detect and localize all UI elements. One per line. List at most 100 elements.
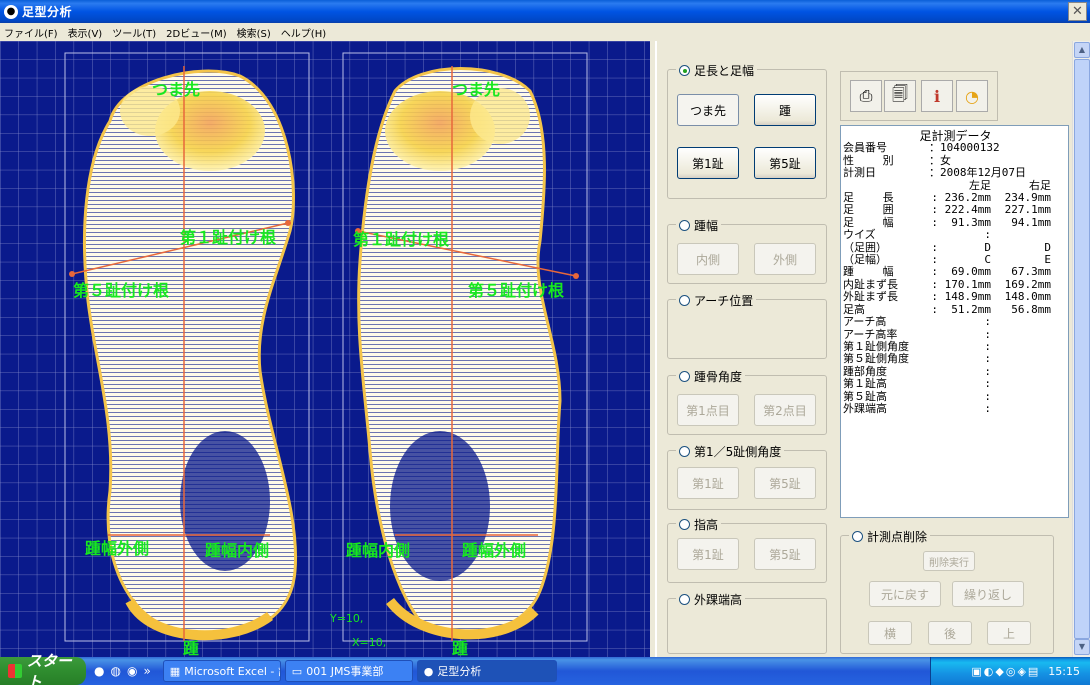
shoe-icon[interactable]: ◔	[956, 80, 988, 112]
task-excel[interactable]: ▦ Microsoft Excel - 計...	[162, 660, 281, 682]
redo-button[interactable]: 繰り返し	[952, 581, 1024, 607]
browser-icon[interactable]: ◍	[110, 664, 120, 678]
right-value	[991, 366, 1051, 378]
measurement-row: 足 幅: 91.3mm 94.1mm	[843, 215, 1068, 229]
clock: 15:15	[1048, 664, 1080, 678]
radio-length-width[interactable]: 足長と足幅	[676, 62, 758, 79]
menu-search[interactable]: 検索(S)	[233, 25, 277, 40]
label-mt1-left: 第１趾付け根	[180, 228, 277, 247]
label-heel-right: 踵	[452, 639, 469, 657]
radio-button[interactable]	[679, 371, 690, 382]
radio-toe-angle[interactable]: 第1／5趾側角度	[676, 443, 785, 460]
height-toe5-button[interactable]: 第5趾	[754, 538, 816, 570]
expand-icon[interactable]: »	[143, 664, 150, 678]
tray-icons[interactable]: ▣◐◆◎◈▤	[971, 665, 1040, 678]
angle-toe1-button[interactable]: 第1趾	[677, 467, 739, 499]
print-preview-icon[interactable]: 🗐	[884, 80, 916, 112]
task-folder[interactable]: ▭ 001 JMS事業部	[284, 660, 413, 682]
outer-button[interactable]: 外側	[754, 243, 816, 275]
radio-delete[interactable]: 計測点削除	[849, 528, 931, 545]
task-foot-analysis[interactable]: ● 足型分析	[416, 660, 557, 682]
menu-view[interactable]: 表示(V)	[64, 25, 109, 40]
title-bar: ● 足型分析 ✕	[0, 0, 1090, 23]
control-panel: 足長と足幅 つま先 踵 第1趾 第5趾 踵幅 内側 外側 アーチ位置 踵骨角度 …	[655, 41, 1072, 657]
start-button[interactable]: スタート	[0, 652, 86, 685]
vertical-scrollbar[interactable]: ▲ ▼	[1072, 41, 1090, 657]
toe5-button[interactable]: 第5趾	[754, 147, 816, 179]
radio-heel-width[interactable]: 踵幅	[676, 217, 722, 234]
coord-y: Y=10,	[330, 612, 364, 625]
height-toe1-button[interactable]: 第1趾	[677, 538, 739, 570]
group-label: 外踝端高	[694, 593, 743, 607]
side-view-button[interactable]: 横	[868, 621, 912, 645]
left-value: : 222.4mm	[931, 203, 991, 217]
heel-button[interactable]: 踵	[754, 94, 816, 126]
toe-button[interactable]: つま先	[677, 94, 739, 126]
media-icon[interactable]: ●	[94, 664, 104, 678]
back-view-button[interactable]: 後	[928, 621, 972, 645]
inner-button[interactable]: 内側	[677, 243, 739, 275]
coord-x: X=10,	[352, 636, 387, 649]
group-ankle-height: 外踝端高	[667, 591, 827, 654]
toe1-button[interactable]: 第1趾	[677, 147, 739, 179]
top-view-button[interactable]: 上	[987, 621, 1031, 645]
label-heel-left: 踵	[183, 639, 200, 657]
measurement-label: 外趾まず長	[843, 290, 898, 304]
task-label: 足型分析	[437, 665, 482, 678]
radio-button[interactable]	[679, 446, 690, 457]
excel-icon: ▦	[169, 664, 181, 678]
left-value: :	[984, 389, 991, 403]
left-value: : 91.3mm	[931, 215, 991, 229]
firefox-icon[interactable]: ◉	[127, 664, 137, 678]
label-toe-right: つま先	[452, 80, 501, 99]
app-icon: ●	[4, 4, 18, 19]
data-rows: 足 長: 236.2mm 234.9mm 足 囲: 222.4mm 227.1mm 足 …	[843, 191, 1068, 415]
group-delete-points: 計測点削除 削除実行 元に戻す 繰り返し 横 後 上	[840, 528, 1054, 654]
radio-button[interactable]	[679, 594, 690, 605]
printer-icon[interactable]: ⎙	[850, 80, 882, 112]
quick-launch: ● ◍ ◉ »	[86, 664, 159, 678]
delete-exec-button[interactable]: 削除実行	[923, 551, 975, 571]
point1-button[interactable]: 第1点目	[677, 394, 739, 426]
radio-toe-height[interactable]: 指高	[676, 516, 722, 533]
scroll-up-icon[interactable]: ▲	[1074, 42, 1090, 58]
point2-button[interactable]: 第2点目	[754, 394, 816, 426]
radio-button[interactable]	[679, 519, 690, 530]
radio-button[interactable]	[679, 220, 690, 231]
task-label: 001 JMS事業部	[306, 665, 384, 678]
radio-button[interactable]	[679, 295, 690, 306]
group-label: 足長と足幅	[694, 64, 755, 78]
radio-button[interactable]	[679, 65, 690, 76]
info-icon[interactable]: ℹ	[921, 80, 953, 112]
foot-scan-canvas[interactable]: つま先 つま先 第１趾付け根 第５趾付け根 第１趾付け根 第５趾付け根 踵幅外側…	[0, 41, 650, 657]
group-toe-height: 指高 第1趾 第5趾	[667, 516, 827, 583]
menu-2dview[interactable]: 2Dビュー(M)	[162, 25, 233, 40]
angle-toe5-button[interactable]: 第5趾	[754, 467, 816, 499]
right-value: 148.0mm	[1004, 290, 1051, 304]
radio-heel-angle[interactable]: 踵骨角度	[676, 368, 746, 385]
measurement-row: 足 囲: 222.4mm 227.1mm	[843, 203, 1068, 217]
menu-file[interactable]: ファイル(F)	[0, 25, 64, 40]
right-value	[991, 329, 1051, 341]
measurement-row: 第５趾側角度:	[843, 352, 1068, 366]
label-mt5-right: 第５趾付け根	[468, 281, 565, 300]
undo-button[interactable]: 元に戻す	[869, 581, 941, 607]
scroll-down-icon[interactable]: ▼	[1074, 639, 1090, 655]
measurement-label: 第５趾側角度	[843, 352, 909, 366]
right-value: 94.1mm	[1004, 215, 1051, 229]
radio-arch[interactable]: アーチ位置	[676, 292, 757, 309]
task-label: Microsoft Excel - 計...	[184, 665, 280, 678]
group-heel-width: 踵幅 内側 外側	[667, 217, 827, 284]
label-toe-left: つま先	[152, 80, 201, 99]
menu-help[interactable]: ヘルプ(H)	[277, 25, 332, 40]
taskbar: スタート ● ◍ ◉ » ▦ Microsoft Excel - 計... ▭ …	[0, 652, 1090, 685]
scroll-thumb[interactable]	[1074, 59, 1090, 639]
close-button[interactable]: ✕	[1068, 2, 1087, 21]
label-heel-outer-left: 踵幅外側	[85, 539, 150, 558]
right-value: D	[1044, 240, 1051, 254]
left-value: :	[984, 352, 991, 366]
radio-ankle-height[interactable]: 外踝端高	[676, 591, 746, 608]
radio-button[interactable]	[852, 531, 863, 542]
left-value: :	[984, 401, 991, 415]
menu-tools[interactable]: ツール(T)	[108, 25, 162, 40]
